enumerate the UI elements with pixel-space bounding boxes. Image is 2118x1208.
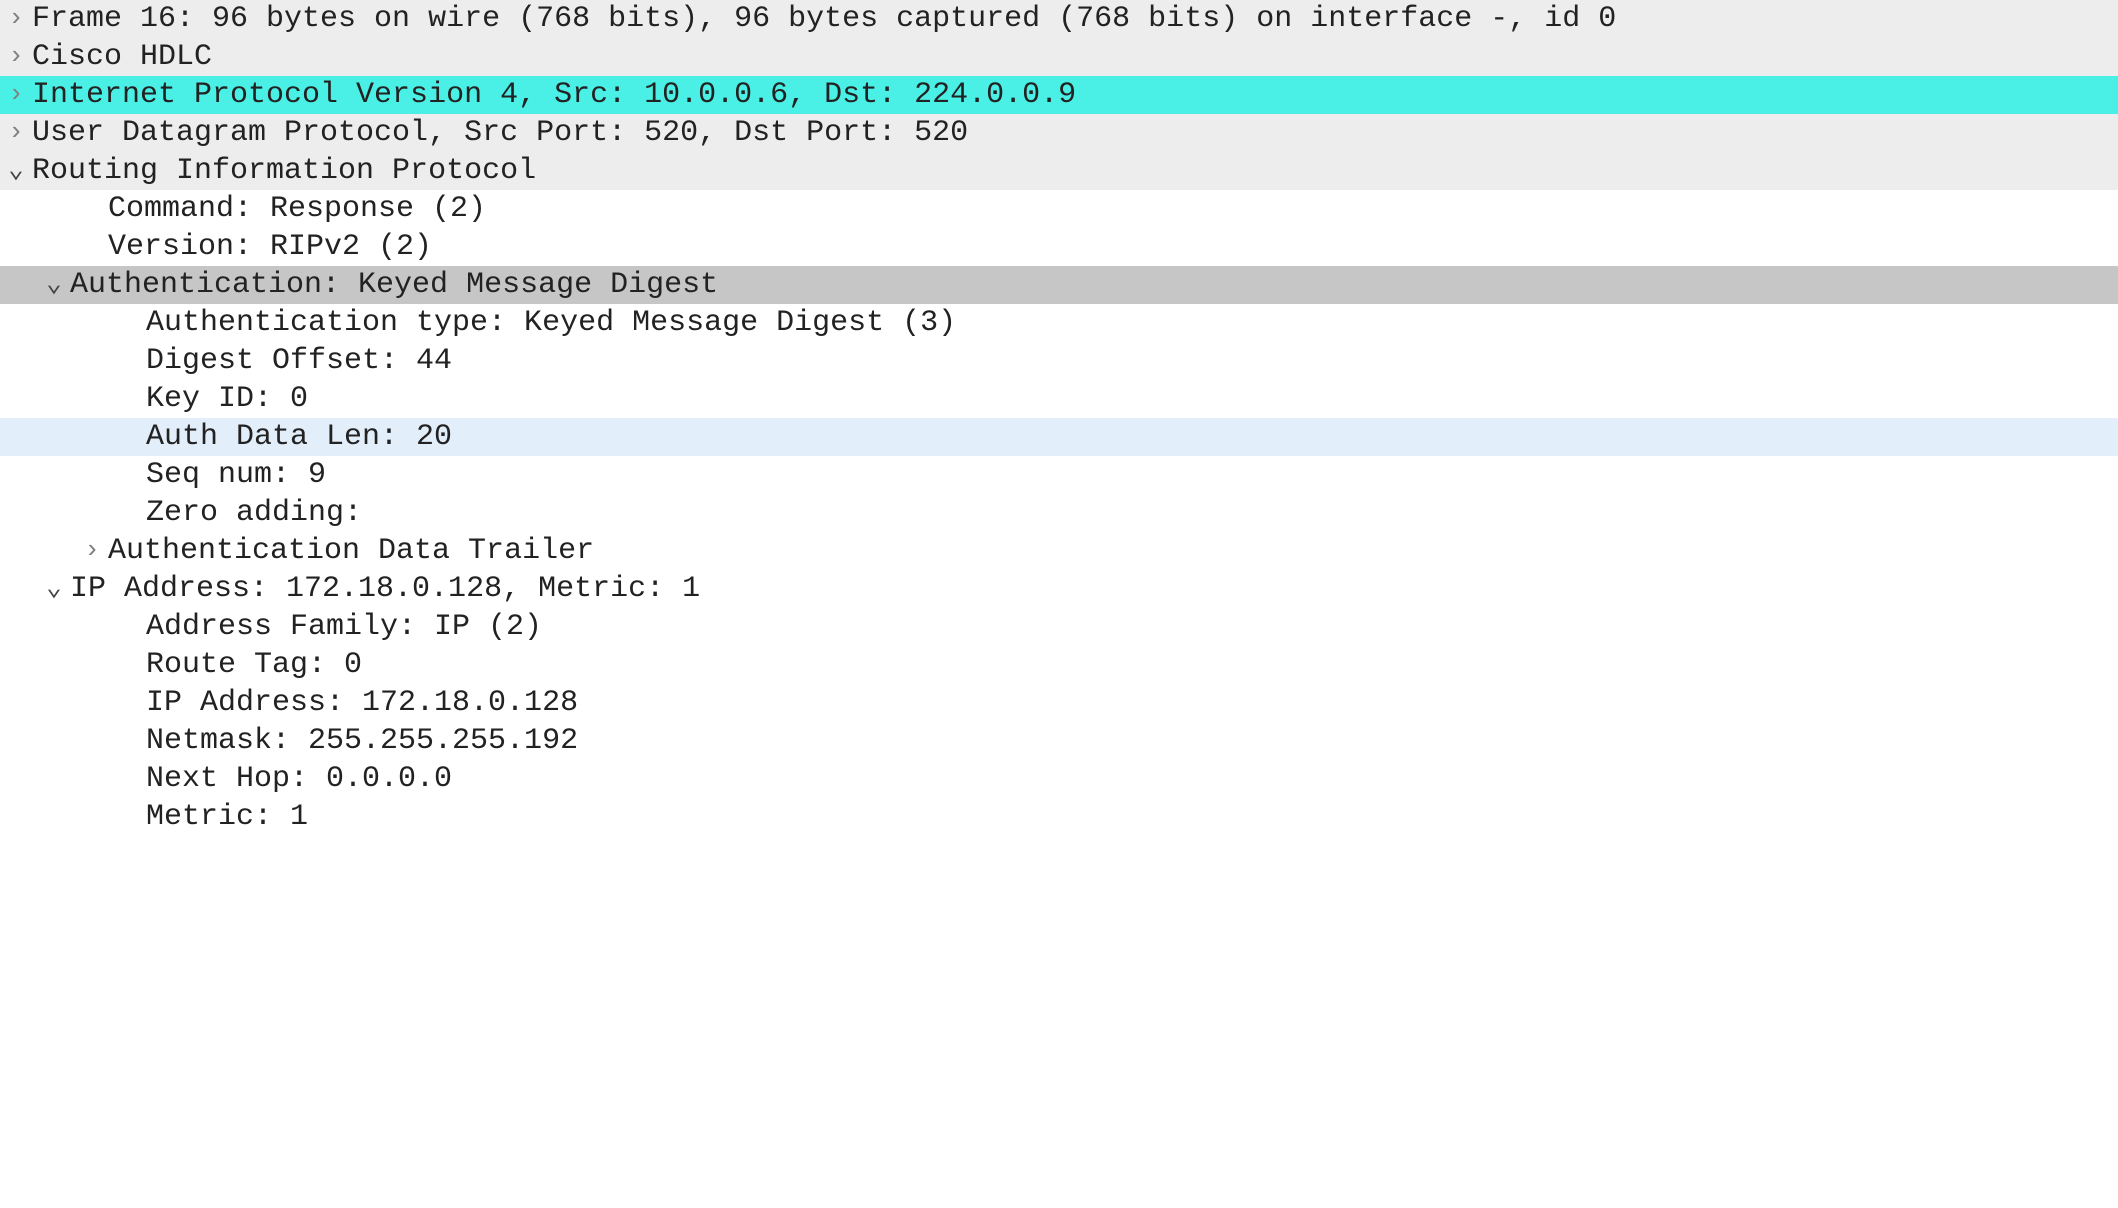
toggle-placeholder: [76, 382, 108, 415]
toggle-placeholder: [76, 610, 108, 643]
toggle-placeholder: [76, 306, 108, 339]
tree-row[interactable]: Seq num: 9: [0, 456, 2118, 494]
tree-row[interactable]: IP Address: 172.18.0.128: [0, 684, 2118, 722]
tree-row[interactable]: Address Family: IP (2): [0, 608, 2118, 646]
toggle-placeholder: [38, 230, 70, 263]
tree-row[interactable]: ›Cisco HDLC: [0, 38, 2118, 76]
tree-row[interactable]: ⌄Routing Information Protocol: [0, 152, 2118, 190]
tree-row-label: Command: Response (2): [108, 190, 2118, 228]
tree-row[interactable]: Key ID: 0: [0, 380, 2118, 418]
chevron-down-icon[interactable]: ⌄: [38, 572, 70, 605]
tree-row-label: Auth Data Len: 20: [146, 418, 2118, 456]
tree-row-label: Address Family: IP (2): [146, 608, 2118, 646]
toggle-placeholder: [76, 496, 108, 529]
tree-row[interactable]: Version: RIPv2 (2): [0, 228, 2118, 266]
tree-row[interactable]: ⌄IP Address: 172.18.0.128, Metric: 1: [0, 570, 2118, 608]
toggle-placeholder: [38, 192, 70, 225]
tree-row[interactable]: ›Authentication Data Trailer: [0, 532, 2118, 570]
tree-row[interactable]: ›User Datagram Protocol, Src Port: 520, …: [0, 114, 2118, 152]
tree-row[interactable]: Digest Offset: 44: [0, 342, 2118, 380]
tree-row-label: Authentication Data Trailer: [108, 532, 2118, 570]
packet-details-tree: ›Frame 16: 96 bytes on wire (768 bits), …: [0, 0, 2118, 836]
tree-row[interactable]: ›Internet Protocol Version 4, Src: 10.0.…: [0, 76, 2118, 114]
tree-row-label: Authentication type: Keyed Message Diges…: [146, 304, 2118, 342]
tree-row-label: Frame 16: 96 bytes on wire (768 bits), 9…: [32, 0, 2118, 38]
chevron-down-icon[interactable]: ⌄: [0, 154, 32, 187]
toggle-placeholder: [76, 800, 108, 833]
tree-row[interactable]: ⌄Authentication: Keyed Message Digest: [0, 266, 2118, 304]
tree-row-label: Cisco HDLC: [32, 38, 2118, 76]
tree-row[interactable]: Auth Data Len: 20: [0, 418, 2118, 456]
tree-row[interactable]: Next Hop: 0.0.0.0: [0, 760, 2118, 798]
tree-row-label: Seq num: 9: [146, 456, 2118, 494]
chevron-right-icon[interactable]: ›: [0, 2, 32, 35]
toggle-placeholder: [76, 686, 108, 719]
tree-row[interactable]: Netmask: 255.255.255.192: [0, 722, 2118, 760]
chevron-right-icon[interactable]: ›: [76, 534, 108, 567]
tree-row-label: Zero adding:: [146, 494, 2118, 532]
tree-row[interactable]: ›Frame 16: 96 bytes on wire (768 bits), …: [0, 0, 2118, 38]
tree-row-label: IP Address: 172.18.0.128: [146, 684, 2118, 722]
tree-row-label: Routing Information Protocol: [32, 152, 2118, 190]
tree-row-label: Version: RIPv2 (2): [108, 228, 2118, 266]
toggle-placeholder: [76, 724, 108, 757]
toggle-placeholder: [76, 458, 108, 491]
tree-row[interactable]: Route Tag: 0: [0, 646, 2118, 684]
chevron-right-icon[interactable]: ›: [0, 116, 32, 149]
tree-row-label: Internet Protocol Version 4, Src: 10.0.0…: [32, 76, 2118, 114]
toggle-placeholder: [76, 762, 108, 795]
chevron-right-icon[interactable]: ›: [0, 78, 32, 111]
toggle-placeholder: [76, 648, 108, 681]
tree-row-label: IP Address: 172.18.0.128, Metric: 1: [70, 570, 2118, 608]
toggle-placeholder: [76, 344, 108, 377]
tree-row-label: Route Tag: 0: [146, 646, 2118, 684]
tree-row-label: Digest Offset: 44: [146, 342, 2118, 380]
tree-row-label: Authentication: Keyed Message Digest: [70, 266, 2118, 304]
tree-row-label: Netmask: 255.255.255.192: [146, 722, 2118, 760]
chevron-down-icon[interactable]: ⌄: [38, 268, 70, 301]
tree-row-label: Key ID: 0: [146, 380, 2118, 418]
tree-row[interactable]: Command: Response (2): [0, 190, 2118, 228]
chevron-right-icon[interactable]: ›: [0, 40, 32, 73]
tree-row-label: Metric: 1: [146, 798, 2118, 836]
tree-row[interactable]: Metric: 1: [0, 798, 2118, 836]
tree-row[interactable]: Authentication type: Keyed Message Diges…: [0, 304, 2118, 342]
tree-row[interactable]: Zero adding:: [0, 494, 2118, 532]
tree-row-label: Next Hop: 0.0.0.0: [146, 760, 2118, 798]
toggle-placeholder: [76, 420, 108, 453]
tree-row-label: User Datagram Protocol, Src Port: 520, D…: [32, 114, 2118, 152]
